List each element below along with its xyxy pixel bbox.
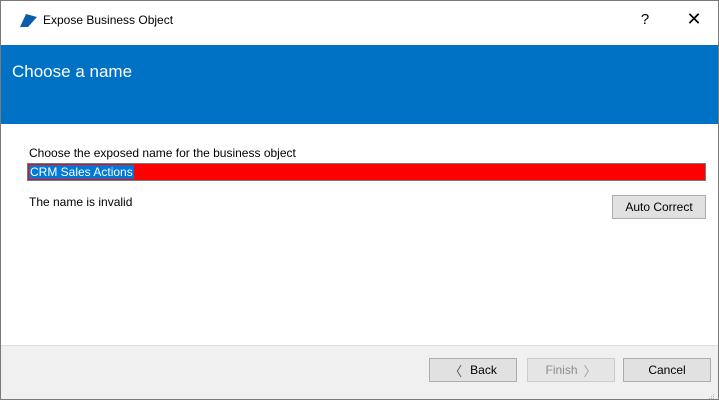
chevron-left-icon: 〈 <box>449 363 463 379</box>
validation-message: The name is invalid <box>29 195 133 209</box>
app-logo-icon <box>20 14 37 27</box>
auto-correct-button[interactable]: Auto Correct <box>612 195 706 219</box>
finish-button[interactable]: Finish 〉 <box>527 358 615 382</box>
window-title: Expose Business Object <box>43 13 174 27</box>
finish-button-label: Finish <box>545 363 578 377</box>
resize-grip-icon[interactable] <box>707 389 715 399</box>
expose-business-object-dialog: Expose Business Object ? ✕ Choose a name… <box>0 0 719 400</box>
exposed-name-input[interactable]: CRM Sales Actions <box>27 163 706 181</box>
title-bar: Expose Business Object ? ✕ <box>1 1 718 38</box>
page-title: Choose a name <box>12 62 133 81</box>
help-button[interactable]: ? <box>625 1 665 38</box>
header-banner: Choose a name <box>1 45 718 124</box>
back-button[interactable]: 〈 Back <box>429 358 517 382</box>
back-button-label: Back <box>470 363 497 377</box>
chevron-right-icon: 〉 <box>583 363 597 379</box>
close-button[interactable]: ✕ <box>674 1 714 38</box>
name-prompt-label: Choose the exposed name for the business… <box>29 146 296 160</box>
exposed-name-value: CRM Sales Actions <box>29 165 134 179</box>
cancel-button[interactable]: Cancel <box>623 358 711 382</box>
